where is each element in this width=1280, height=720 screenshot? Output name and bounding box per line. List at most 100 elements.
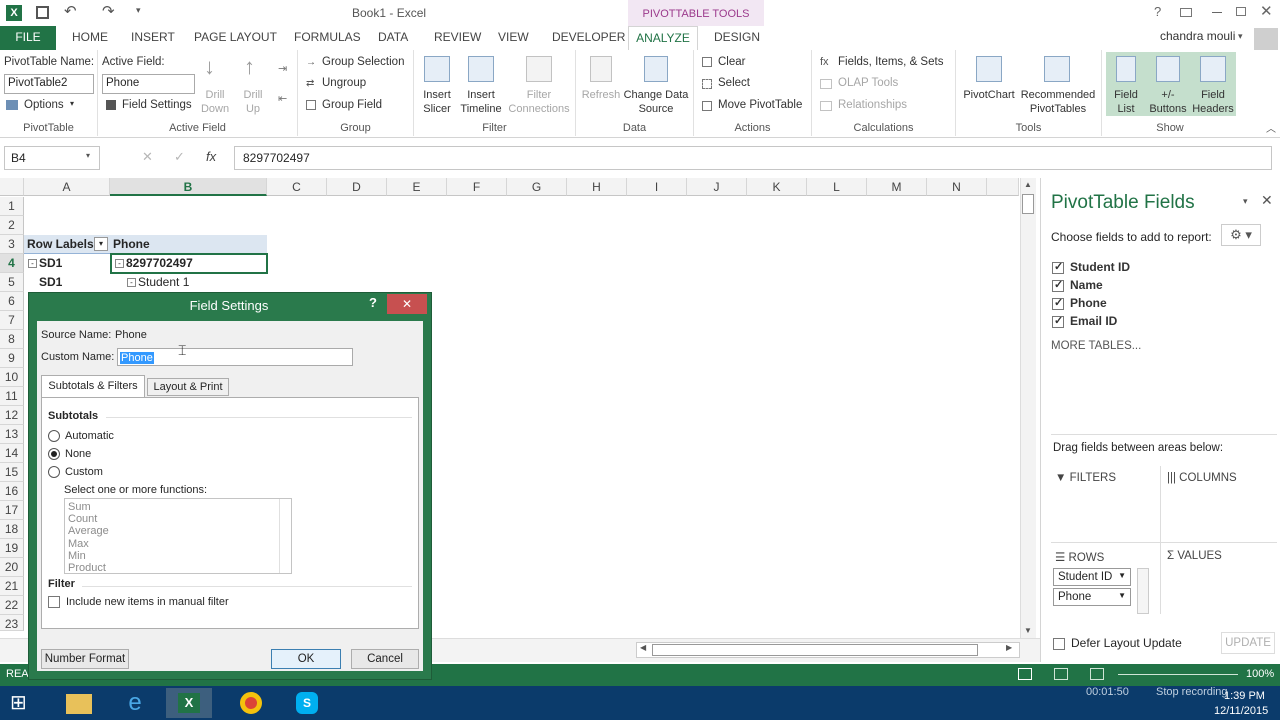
- filter-connections-icon[interactable]: [526, 56, 552, 82]
- select-icon[interactable]: [702, 79, 712, 89]
- zoom-slider[interactable]: [1118, 674, 1238, 675]
- cell-a5[interactable]: SD1: [39, 273, 62, 292]
- column-header[interactable]: H: [567, 178, 627, 196]
- row-header[interactable]: 13: [0, 425, 24, 444]
- group-field-icon[interactable]: [306, 100, 316, 110]
- cell-a4[interactable]: SD1: [39, 254, 62, 273]
- recommended-pivottables-label-1[interactable]: Recommended: [1018, 88, 1098, 102]
- field-headers-label-2[interactable]: Headers: [1190, 102, 1236, 116]
- change-data-source-label-1[interactable]: Change Data: [622, 88, 690, 102]
- number-format-button[interactable]: Number Format: [41, 649, 129, 669]
- dialog-close-button[interactable]: ✕: [387, 294, 427, 314]
- insert-timeline-label-1[interactable]: Insert: [458, 88, 504, 102]
- options-icon[interactable]: [6, 100, 18, 110]
- field-email-id[interactable]: Email ID: [1052, 314, 1117, 328]
- row-header[interactable]: 18: [0, 520, 24, 539]
- cancel-button[interactable]: Cancel: [351, 649, 419, 669]
- filter-connections-label-2[interactable]: Connections: [508, 102, 570, 116]
- function-option[interactable]: Average: [68, 525, 288, 537]
- internet-explorer-icon[interactable]: e: [112, 688, 158, 718]
- field-settings-icon[interactable]: [106, 100, 116, 110]
- drill-up-icon[interactable]: ↑: [244, 54, 255, 80]
- minimize-icon[interactable]: [1212, 12, 1222, 13]
- vertical-scrollbar[interactable]: [1020, 178, 1036, 638]
- chevron-down-icon[interactable]: ▼: [1118, 591, 1126, 600]
- column-header[interactable]: I: [627, 178, 687, 196]
- drill-down-icon[interactable]: ↓: [204, 54, 215, 80]
- column-header[interactable]: N: [927, 178, 987, 196]
- column-header[interactable]: E: [387, 178, 447, 196]
- file-explorer-icon[interactable]: [56, 688, 102, 718]
- chevron-down-icon[interactable]: ▼: [1118, 571, 1126, 580]
- filter-connections-label-1[interactable]: Filter: [508, 88, 570, 102]
- defer-layout-checkbox[interactable]: Defer Layout Update: [1053, 636, 1182, 650]
- options-button[interactable]: Options: [24, 99, 64, 111]
- insert-slicer-label-2[interactable]: Slicer: [418, 102, 456, 116]
- pivotchart-button[interactable]: PivotChart: [960, 88, 1018, 102]
- help-icon[interactable]: ?: [1154, 4, 1161, 19]
- expand-field-icon[interactable]: ⇥: [278, 62, 287, 75]
- pivotchart-icon[interactable]: [976, 56, 1002, 82]
- row-header[interactable]: 9: [0, 349, 24, 368]
- relationships-button[interactable]: Relationships: [838, 99, 907, 111]
- checkbox[interactable]: [1052, 296, 1064, 310]
- horizontal-scroll-thumb[interactable]: [652, 644, 978, 656]
- function-option[interactable]: Product: [68, 562, 288, 574]
- tools-gear-icon[interactable]: ⚙ ▾: [1221, 224, 1261, 246]
- move-pivottable-icon[interactable]: [702, 101, 712, 111]
- formula-input[interactable]: 8297702497: [234, 146, 1272, 170]
- row-header[interactable]: 20: [0, 558, 24, 577]
- active-field-input[interactable]: Phone: [102, 74, 195, 94]
- stop-recording-button[interactable]: Stop recording: [1156, 686, 1228, 698]
- insert-function-icon[interactable]: fx: [206, 149, 216, 164]
- include-new-items-checkbox[interactable]: Include new items in manual filter: [48, 596, 229, 609]
- tab-formulas[interactable]: FORMULAS: [284, 26, 371, 50]
- field-headers-label-1[interactable]: Field: [1190, 88, 1236, 102]
- checkbox[interactable]: [1052, 260, 1064, 274]
- vertical-scroll-thumb[interactable]: [1022, 194, 1034, 214]
- field-headers-icon[interactable]: [1200, 56, 1226, 82]
- field-phone[interactable]: Phone: [1052, 296, 1107, 310]
- insert-timeline-icon[interactable]: [468, 56, 494, 82]
- functions-listbox[interactable]: Sum Count Average Max Min Product: [64, 498, 292, 574]
- checkbox[interactable]: [48, 596, 60, 609]
- column-header[interactable]: D: [327, 178, 387, 196]
- clear-icon[interactable]: [702, 57, 712, 67]
- buttons-label-1[interactable]: +/-: [1146, 88, 1190, 102]
- page-layout-view-icon[interactable]: [1054, 668, 1068, 680]
- drill-down-label-1[interactable]: Drill: [200, 88, 230, 102]
- windows-start-icon[interactable]: ⊞: [10, 692, 34, 714]
- name-box-dropdown-icon[interactable]: ▾: [86, 151, 90, 160]
- fields-items-icon[interactable]: fx: [820, 56, 829, 68]
- move-pivottable-button[interactable]: Move PivotTable: [718, 99, 802, 111]
- collapse-phone-icon[interactable]: -: [115, 259, 124, 268]
- column-header-partial[interactable]: [987, 178, 1019, 196]
- scroll-up-icon[interactable]: ▲: [1024, 180, 1032, 189]
- relationships-icon[interactable]: [820, 101, 832, 111]
- insert-slicer-icon[interactable]: [424, 56, 450, 82]
- cell-b5[interactable]: Student 1: [138, 273, 189, 292]
- skype-icon[interactable]: S: [284, 688, 330, 718]
- select-button[interactable]: Select: [718, 77, 750, 89]
- column-header[interactable]: A: [24, 178, 110, 196]
- normal-view-icon[interactable]: [1018, 668, 1032, 680]
- function-option[interactable]: Min: [68, 550, 288, 562]
- radio-button[interactable]: [48, 466, 60, 479]
- row-header[interactable]: 16: [0, 482, 24, 501]
- redo-icon[interactable]: ↷: [102, 2, 115, 20]
- drill-down-label-2[interactable]: Down: [200, 102, 230, 116]
- row-header[interactable]: 3: [0, 235, 24, 254]
- options-dropdown-icon[interactable]: ▾: [70, 99, 74, 108]
- checkbox[interactable]: [1053, 637, 1065, 650]
- page-break-view-icon[interactable]: [1090, 668, 1104, 680]
- column-header[interactable]: F: [447, 178, 507, 196]
- group-field-button[interactable]: Group Field: [322, 99, 382, 111]
- row-header[interactable]: 8: [0, 330, 24, 349]
- row-header[interactable]: 6: [0, 292, 24, 311]
- insert-slicer-label-1[interactable]: Insert: [418, 88, 456, 102]
- refresh-icon[interactable]: [590, 56, 612, 82]
- listbox-scrollbar[interactable]: [279, 499, 291, 573]
- cancel-entry-icon[interactable]: ✕: [142, 149, 153, 165]
- pt-name-input[interactable]: PivotTable2: [4, 74, 94, 94]
- excel-taskbar-icon[interactable]: X: [166, 688, 212, 718]
